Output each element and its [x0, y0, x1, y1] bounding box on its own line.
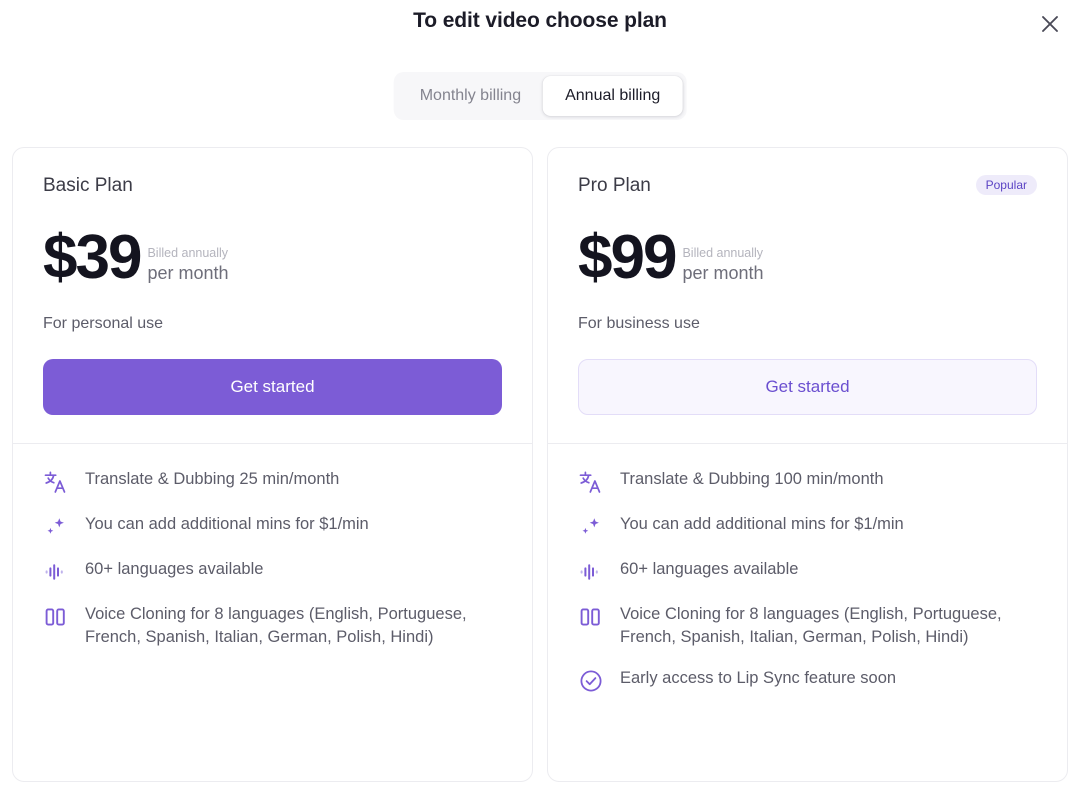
- feature-item: 60+ languages available: [43, 558, 502, 585]
- feature-item: Translate & Dubbing 100 min/month: [578, 468, 1037, 495]
- voice-clone-icon: [578, 604, 604, 630]
- feature-text: You can add additional mins for $1/min: [620, 513, 904, 536]
- plan-header: Pro Plan Popular $99 Billed annually per mon…: [548, 148, 1067, 443]
- pricing-modal: To edit video choose plan Monthly billin…: [0, 0, 1080, 798]
- translate-icon: [43, 469, 69, 495]
- close-button[interactable]: [1034, 8, 1066, 40]
- feature-text: Voice Cloning for 8 languages (English, …: [85, 603, 502, 649]
- voice-clone-icon: [43, 604, 69, 630]
- plan-card: Basic Plan $39 Billed annually per month For…: [12, 147, 533, 782]
- plan-card: Pro Plan Popular $99 Billed annually per mon…: [547, 147, 1068, 782]
- feature-text: Translate & Dubbing 100 min/month: [620, 468, 884, 491]
- feature-item: Translate & Dubbing 25 min/month: [43, 468, 502, 495]
- check-circle-icon: [578, 668, 604, 694]
- popular-badge: Popular: [976, 175, 1037, 195]
- waveform-icon: [43, 559, 69, 585]
- feature-text: You can add additional mins for $1/min: [85, 513, 369, 536]
- plan-title-row: Pro Plan Popular: [578, 175, 1037, 201]
- price-meta: Billed annually per month: [147, 246, 228, 286]
- price-period: per month: [682, 262, 763, 285]
- feature-text: Early access to Lip Sync feature soon: [620, 667, 896, 690]
- plan-list: Basic Plan $39 Billed annually per month For…: [12, 147, 1068, 782]
- plan-use-case: For business use: [578, 315, 1037, 333]
- sparkles-icon: [578, 514, 604, 540]
- plan-header: Basic Plan $39 Billed annually per month For…: [13, 148, 532, 443]
- billing-period-toggle[interactable]: Monthly billingAnnual billing: [394, 72, 687, 120]
- feature-list: Translate & Dubbing 100 min/month You can…: [548, 444, 1067, 724]
- price-meta: Billed annually per month: [682, 246, 763, 286]
- price-row: $99 Billed annually per month: [578, 224, 1037, 286]
- feature-item: Voice Cloning for 8 languages (English, …: [43, 603, 502, 649]
- plan-name: Pro Plan: [578, 175, 651, 197]
- sparkles-icon: [43, 514, 69, 540]
- billing-toggle-option-monthly[interactable]: Monthly billing: [398, 76, 543, 116]
- translate-icon: [578, 469, 604, 495]
- feature-text: 60+ languages available: [620, 558, 798, 581]
- feature-item: Voice Cloning for 8 languages (English, …: [578, 603, 1037, 649]
- price-row: $39 Billed annually per month: [43, 224, 502, 286]
- plan-price: $99: [578, 229, 675, 286]
- feature-item: 60+ languages available: [578, 558, 1037, 585]
- get-started-button[interactable]: Get started: [578, 359, 1037, 415]
- feature-item: Early access to Lip Sync feature soon: [578, 667, 1037, 694]
- billing-toggle-option-annual[interactable]: Annual billing: [543, 76, 682, 116]
- page-title: To edit video choose plan: [0, 9, 1080, 33]
- waveform-icon: [578, 559, 604, 585]
- billed-annually-note: Billed annually: [682, 246, 763, 260]
- billed-annually-note: Billed annually: [147, 246, 228, 260]
- feature-list: Translate & Dubbing 25 min/month You can …: [13, 444, 532, 679]
- feature-item: You can add additional mins for $1/min: [43, 513, 502, 540]
- get-started-button[interactable]: Get started: [43, 359, 502, 415]
- plan-name: Basic Plan: [43, 175, 133, 197]
- plan-use-case: For personal use: [43, 315, 502, 333]
- close-icon: [1038, 12, 1062, 36]
- plan-price: $39: [43, 229, 140, 286]
- feature-text: 60+ languages available: [85, 558, 263, 581]
- feature-text: Voice Cloning for 8 languages (English, …: [620, 603, 1037, 649]
- feature-text: Translate & Dubbing 25 min/month: [85, 468, 339, 491]
- feature-item: You can add additional mins for $1/min: [578, 513, 1037, 540]
- plan-title-row: Basic Plan: [43, 175, 502, 201]
- price-period: per month: [147, 262, 228, 285]
